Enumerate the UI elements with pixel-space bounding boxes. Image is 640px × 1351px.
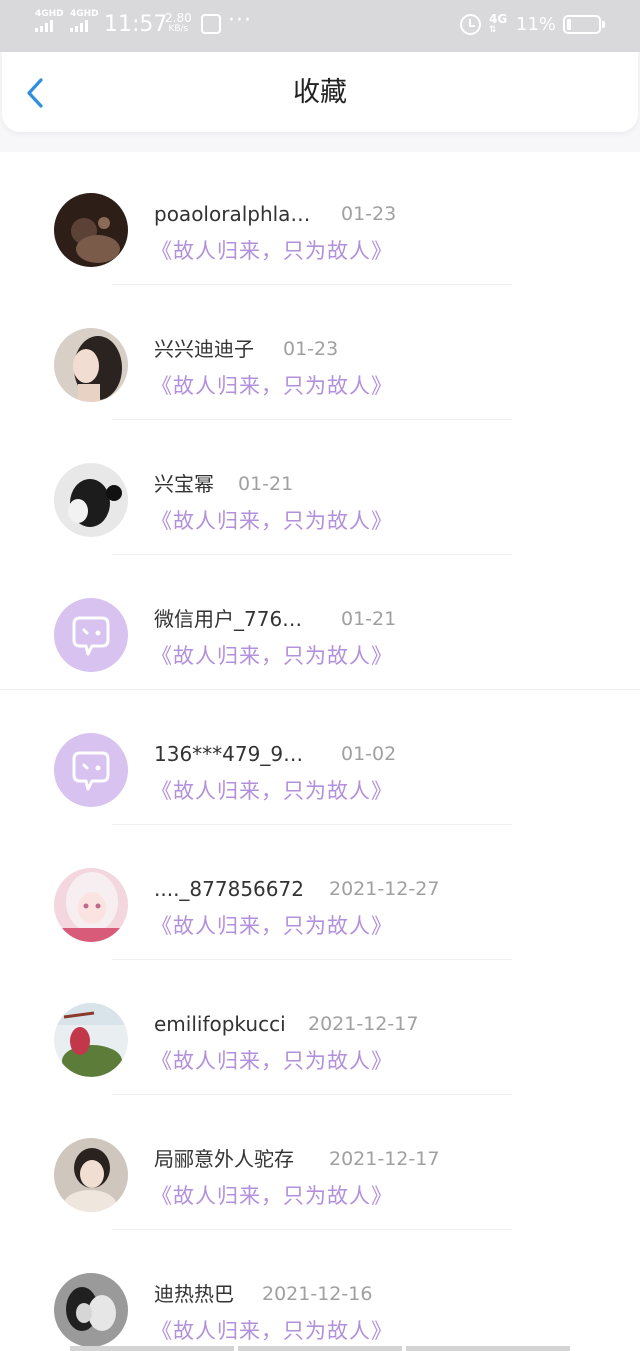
network-type-label: 4G: [489, 12, 508, 26]
favorite-title[interactable]: 《故人归来，只为故人》: [151, 236, 393, 266]
favorite-title[interactable]: 《故人归来，只为故人》: [151, 1181, 393, 1211]
network-type: 4G ⇅: [489, 13, 507, 35]
favorite-date: 2021-12-16: [262, 1283, 373, 1305]
favorite-date: 01-21: [238, 473, 294, 495]
list-item[interactable]: ...._877856672 2021-12-27 《故人归来，只为故人》: [0, 827, 640, 962]
favorite-date: 01-23: [341, 203, 397, 225]
list-item[interactable]: 136***479_9… 01-02 《故人归来，只为故人》: [0, 692, 640, 827]
divider: [112, 419, 512, 420]
network-speed-value: 2.80: [165, 11, 192, 25]
more-notifications-icon: ···: [228, 8, 252, 33]
favorite-title[interactable]: 《故人归来，只为故人》: [151, 1316, 393, 1346]
divider: [112, 959, 512, 960]
avatar[interactable]: [54, 1273, 128, 1347]
divider: [112, 284, 512, 285]
battery-icon: [563, 15, 605, 34]
favorite-title[interactable]: 《故人归来，只为故人》: [151, 641, 393, 671]
signal-sim1: 4GHD: [35, 10, 64, 32]
divider: [0, 689, 640, 690]
divider: [112, 1094, 512, 1095]
header: 收藏: [2, 52, 638, 132]
signal-sim2: 4GHD: [70, 10, 99, 32]
user-name[interactable]: 136***479_9…: [154, 740, 303, 768]
favorite-date: 2021-12-27: [329, 878, 440, 900]
page-title: 收藏: [293, 77, 347, 108]
signal-bars-icon: [70, 20, 99, 32]
favorite-title[interactable]: 《故人归来，只为故人》: [151, 1046, 393, 1076]
user-name[interactable]: poaoloralphla…: [154, 200, 310, 228]
user-name[interactable]: 局郦意外人驼存: [154, 1145, 294, 1173]
list-item[interactable]: 微信用户_776… 01-21 《故人归来，只为故人》: [0, 557, 640, 692]
user-name[interactable]: 兴兴迪迪子: [154, 335, 254, 363]
avatar[interactable]: [54, 598, 128, 672]
divider: [112, 824, 512, 825]
divider: [112, 554, 512, 555]
favorite-title[interactable]: 《故人归来，只为故人》: [151, 371, 393, 401]
favorite-date: 2021-12-17: [329, 1148, 440, 1170]
data-arrows-icon: ⇅: [489, 25, 497, 35]
alarm-icon: [460, 14, 481, 35]
status-bar: 4GHD 4GHD 11:57 2.80 KB/s ··· 4G ⇅ 11%: [0, 0, 640, 52]
favorite-date: 01-02: [341, 743, 397, 765]
default-chat-icon: [72, 751, 110, 791]
avatar[interactable]: [54, 1003, 128, 1077]
list-item[interactable]: 局郦意外人驼存 2021-12-17 《故人归来，只为故人》: [0, 1097, 640, 1232]
signal-sim2-label: 4GHD: [70, 9, 99, 19]
clock: 11:57: [104, 12, 168, 37]
favorite-title[interactable]: 《故人归来，只为故人》: [151, 776, 393, 806]
avatar[interactable]: [54, 328, 128, 402]
user-name[interactable]: 兴宝幂: [154, 470, 214, 498]
favorite-date: 01-21: [341, 608, 397, 630]
avatar[interactable]: [54, 1138, 128, 1212]
signal-bars-icon: [35, 20, 64, 32]
network-speed: 2.80 KB/s: [165, 12, 192, 35]
avatar[interactable]: [54, 733, 128, 807]
favorite-date: 2021-12-17: [308, 1013, 419, 1035]
favorites-list: poaoloralphla… 01-23 《故人归来，只为故人》 兴兴迪迪子 0…: [0, 152, 640, 1351]
list-item[interactable]: 兴宝幂 01-21 《故人归来，只为故人》: [0, 422, 640, 557]
bottom-scroll-indicator: [70, 1346, 570, 1351]
avatar[interactable]: [54, 193, 128, 267]
favorite-title[interactable]: 《故人归来，只为故人》: [151, 911, 393, 941]
battery-percent: 11%: [516, 14, 557, 35]
avatar[interactable]: [54, 463, 128, 537]
list-item[interactable]: 兴兴迪迪子 01-23 《故人归来，只为故人》: [0, 287, 640, 422]
list-item[interactable]: 迪热热巴 2021-12-16 《故人归来，只为故人》: [0, 1232, 640, 1351]
user-name[interactable]: 微信用户_776…: [154, 605, 302, 633]
default-chat-icon: [72, 616, 110, 656]
favorite-date: 01-23: [283, 338, 339, 360]
list-item[interactable]: poaoloralphla… 01-23 《故人归来，只为故人》: [0, 152, 640, 287]
user-name[interactable]: emilifopkucci: [154, 1010, 286, 1038]
avatar[interactable]: [54, 868, 128, 942]
favorite-title[interactable]: 《故人归来，只为故人》: [151, 506, 393, 536]
network-speed-unit: KB/s: [168, 24, 189, 34]
notification-app-icon: [201, 14, 221, 34]
user-name[interactable]: ...._877856672: [154, 875, 304, 903]
divider: [112, 1229, 512, 1230]
signal-sim1-label: 4GHD: [35, 9, 64, 19]
list-item[interactable]: emilifopkucci 2021-12-17 《故人归来，只为故人》: [0, 962, 640, 1097]
user-name[interactable]: 迪热热巴: [154, 1280, 234, 1308]
